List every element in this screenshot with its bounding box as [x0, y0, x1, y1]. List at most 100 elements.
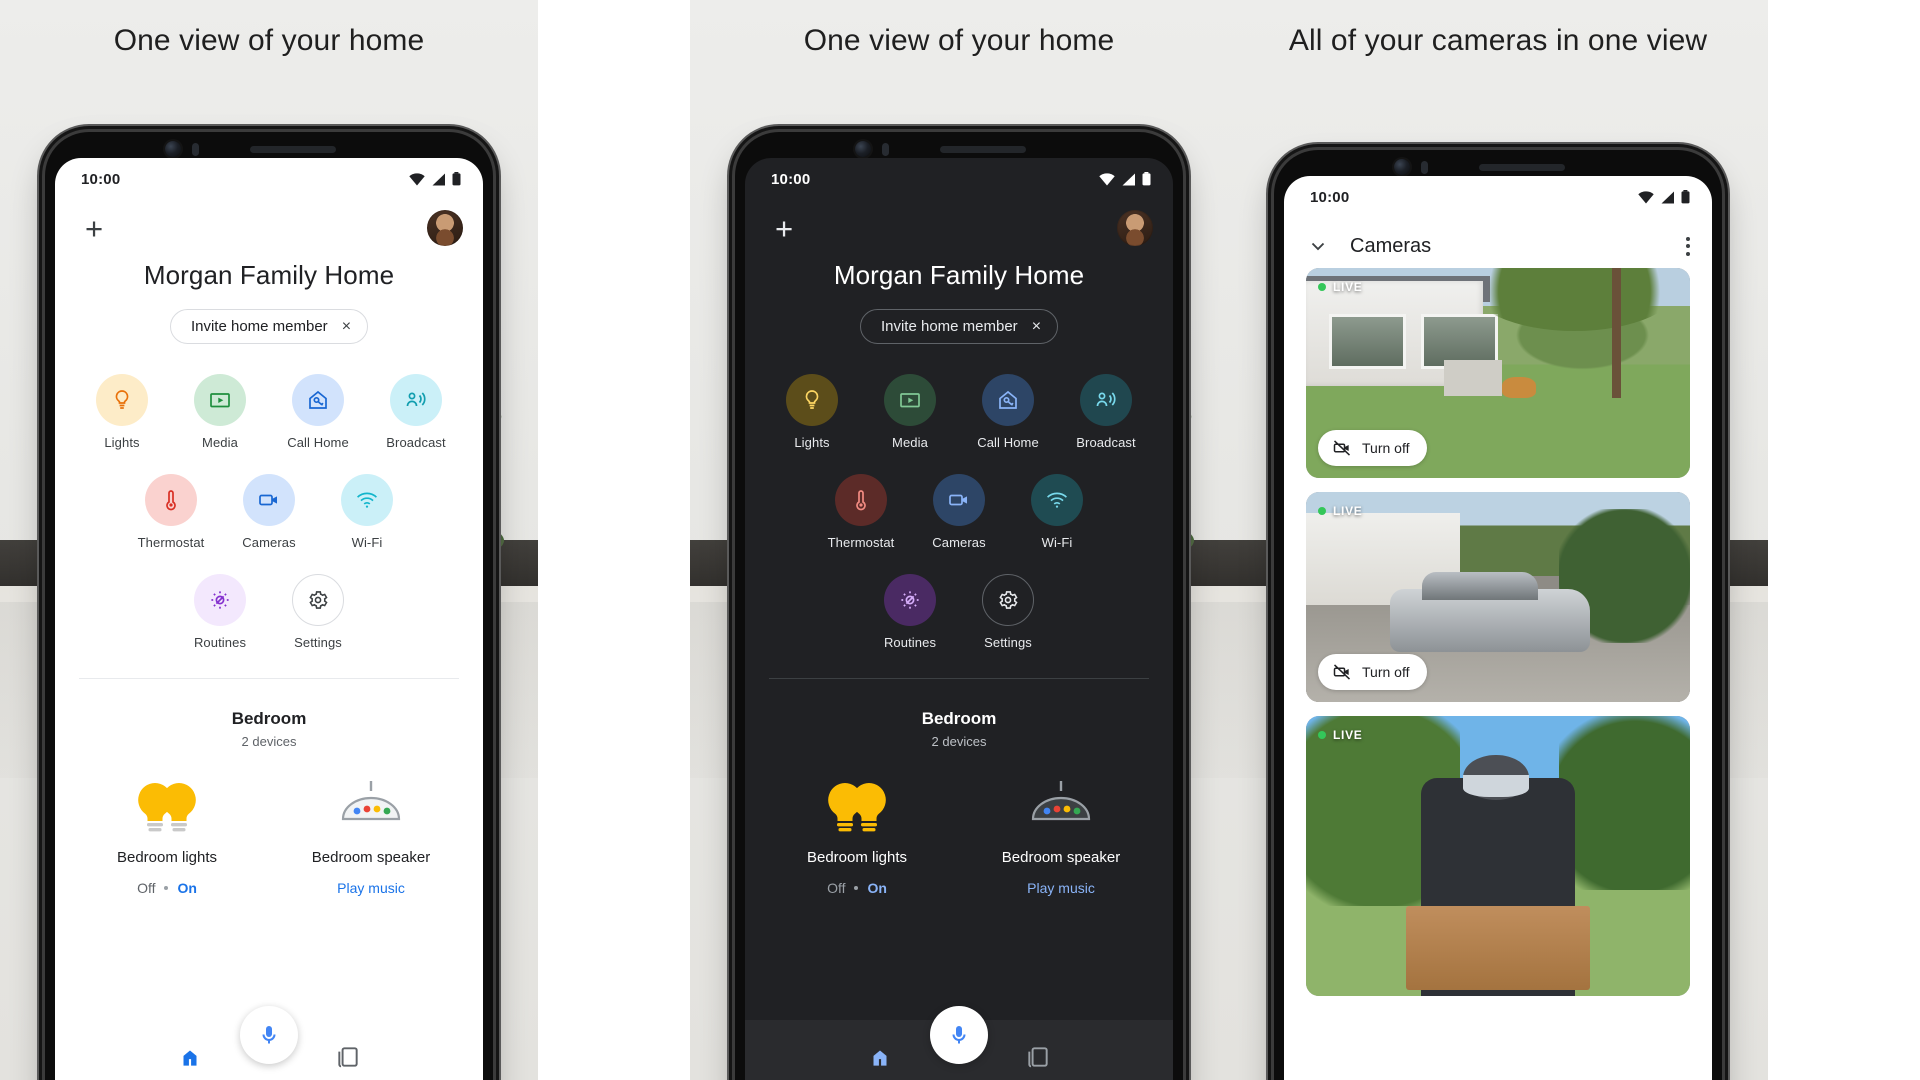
- app-top-bar: +: [55, 200, 483, 256]
- close-icon[interactable]: ×: [1032, 318, 1041, 335]
- device-play-control[interactable]: Play music: [1027, 880, 1095, 896]
- toggle-off-label[interactable]: Off: [827, 880, 845, 896]
- shortcut-label: Thermostat: [137, 535, 205, 550]
- shortcut-lights[interactable]: Lights: [85, 374, 159, 450]
- mic-fab-icon[interactable]: [240, 1006, 298, 1064]
- camera-off-icon: [1332, 438, 1352, 458]
- device-name: Bedroom speaker: [311, 849, 431, 866]
- device-toggle[interactable]: Off On: [137, 880, 197, 896]
- camera-card-front-door[interactable]: LIVE: [1306, 716, 1690, 996]
- shortcut-broadcast[interactable]: Broadcast: [1069, 374, 1143, 450]
- chevron-down-icon[interactable]: [1306, 234, 1330, 258]
- phone-screen: 10:00 + Morgan Family Home Invite home m…: [745, 158, 1173, 1080]
- invite-home-member-chip[interactable]: Invite home member ×: [859, 309, 1059, 344]
- device-bedroom-lights[interactable]: Bedroom lights Off On: [781, 771, 933, 896]
- camera-list: LIVE Turn off LIVE Turn off LIVE: [1284, 268, 1712, 996]
- shortcut-lights[interactable]: Lights: [775, 374, 849, 450]
- status-icon-group: [1638, 190, 1690, 204]
- close-icon[interactable]: ×: [342, 318, 351, 335]
- shortcut-row-3: Routines Settings: [55, 574, 483, 650]
- panel-headline: One view of your home: [113, 24, 425, 57]
- shortcut-row-2: Thermostat Cameras Wi-Fi: [55, 474, 483, 550]
- device-bedroom-lights[interactable]: Bedroom lights Off On: [91, 771, 243, 896]
- panel-cameras: All of your cameras in one view 10:00 Ca: [1228, 0, 1768, 1080]
- shortcut-thermostat[interactable]: Thermostat: [134, 474, 208, 550]
- shortcut-thermostat[interactable]: Thermostat: [824, 474, 898, 550]
- battery-icon: [1142, 172, 1151, 186]
- shortcut-call-home[interactable]: Call Home: [971, 374, 1045, 450]
- status-icon-group: [1099, 172, 1151, 186]
- shortcut-row-3: Routines Settings: [745, 574, 1173, 650]
- signal-icon: [1122, 173, 1135, 185]
- wifi-icon: [1099, 172, 1115, 185]
- shortcut-routines[interactable]: Routines: [183, 574, 257, 650]
- section-divider: [79, 678, 459, 679]
- home-nav-icon[interactable]: [177, 1044, 203, 1070]
- home-nav-icon[interactable]: [867, 1044, 893, 1070]
- live-indicator-dot: [1318, 283, 1326, 291]
- shortcut-label: Media: [202, 435, 238, 450]
- add-device-button[interactable]: +: [79, 213, 109, 244]
- camera-off-icon: [1332, 662, 1352, 682]
- device-bedroom-speaker[interactable]: Bedroom speaker Play music: [985, 771, 1137, 896]
- shortcut-call-home[interactable]: Call Home: [281, 374, 355, 450]
- feed-nav-icon[interactable]: [335, 1044, 361, 1070]
- wifi-icon: [341, 474, 393, 526]
- shortcut-cameras[interactable]: Cameras: [232, 474, 306, 550]
- device-play-control[interactable]: Play music: [337, 880, 405, 896]
- phone-notch: [735, 132, 1183, 158]
- device-toggle[interactable]: Off On: [827, 880, 887, 896]
- play-music-label[interactable]: Play music: [337, 880, 405, 896]
- shortcut-settings[interactable]: Settings: [971, 574, 1045, 650]
- toggle-on-label[interactable]: On: [177, 880, 196, 896]
- shortcut-grid: Lights Media Call Home Broadcast Thermos…: [55, 374, 483, 650]
- shortcut-media[interactable]: Media: [873, 374, 947, 450]
- live-label: LIVE: [1333, 504, 1363, 518]
- shortcut-label: Lights: [794, 435, 830, 450]
- room-title: Bedroom: [921, 709, 997, 728]
- smart-speaker-icon: [1024, 771, 1098, 837]
- shortcut-label: Call Home: [287, 435, 349, 450]
- shortcut-label: Cameras: [242, 535, 296, 550]
- wifi-icon: [1638, 190, 1654, 203]
- front-camera-icon: [165, 141, 181, 157]
- turn-off-label: Turn off: [1362, 440, 1410, 456]
- camera-card-driveway[interactable]: LIVE Turn off: [1306, 492, 1690, 702]
- gear-icon: [292, 574, 344, 626]
- overflow-menu-icon[interactable]: [1682, 233, 1694, 260]
- device-bedroom-speaker[interactable]: Bedroom speaker Play music: [295, 771, 447, 896]
- room-title: Bedroom: [231, 709, 307, 728]
- toggle-off-label[interactable]: Off: [137, 880, 155, 896]
- toggle-on-label[interactable]: On: [867, 880, 886, 896]
- front-camera-icon: [855, 141, 871, 157]
- phone-mockup: 10:00 + Morgan Family Home Invite home m…: [45, 132, 493, 1080]
- shortcut-media[interactable]: Media: [183, 374, 257, 450]
- shortcut-label: Wi-Fi: [1041, 535, 1073, 550]
- play-music-label[interactable]: Play music: [1027, 880, 1095, 896]
- shortcut-label: Call Home: [977, 435, 1039, 450]
- shortcut-wifi[interactable]: Wi-Fi: [330, 474, 404, 550]
- shortcut-label: Settings: [984, 635, 1032, 650]
- shortcut-settings[interactable]: Settings: [281, 574, 355, 650]
- shortcut-wifi[interactable]: Wi-Fi: [1020, 474, 1094, 550]
- invite-home-member-chip[interactable]: Invite home member ×: [169, 309, 369, 344]
- feed-nav-icon[interactable]: [1025, 1044, 1051, 1070]
- mic-fab-icon[interactable]: [930, 1006, 988, 1064]
- call-home-icon: [292, 374, 344, 426]
- invite-chip-row: Invite home member ×: [745, 309, 1173, 344]
- camera-card-backyard[interactable]: LIVE Turn off: [1306, 268, 1690, 478]
- sensor-icon: [882, 143, 889, 156]
- status-icon-group: [409, 172, 461, 186]
- front-camera-icon: [1394, 159, 1410, 175]
- turn-off-button[interactable]: Turn off: [1318, 430, 1428, 466]
- status-time: 10:00: [1310, 188, 1350, 206]
- thermostat-icon: [145, 474, 197, 526]
- shortcut-cameras[interactable]: Cameras: [922, 474, 996, 550]
- shortcut-routines[interactable]: Routines: [873, 574, 947, 650]
- avatar[interactable]: [427, 210, 463, 246]
- turn-off-button[interactable]: Turn off: [1318, 654, 1428, 690]
- avatar[interactable]: [1117, 210, 1153, 246]
- phone-mockup: 10:00 Cameras LIVE Turn off LIVE Turn of…: [1274, 150, 1722, 1080]
- add-device-button[interactable]: +: [769, 213, 799, 244]
- shortcut-broadcast[interactable]: Broadcast: [379, 374, 453, 450]
